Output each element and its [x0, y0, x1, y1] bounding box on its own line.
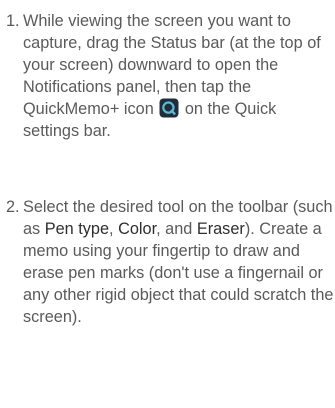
- step-text-part: , and: [156, 220, 193, 238]
- instruction-step-1: 1. While viewing the screen you want to …: [6, 10, 334, 142]
- quickmemo-plus-icon: [159, 98, 179, 118]
- color-term: Color: [118, 220, 157, 238]
- step-text-part: ,: [109, 220, 114, 238]
- eraser-term: Eraser: [196, 220, 245, 238]
- step-text: Select the desired tool on the toolbar (…: [23, 196, 334, 328]
- step-text: While viewing the screen you want to cap…: [23, 10, 334, 142]
- step-number: 1.: [6, 12, 20, 30]
- pen-type-term: Pen type: [44, 220, 110, 238]
- step-number: 2.: [6, 198, 20, 216]
- instruction-step-2: 2. Select the desired tool on the toolba…: [6, 196, 334, 328]
